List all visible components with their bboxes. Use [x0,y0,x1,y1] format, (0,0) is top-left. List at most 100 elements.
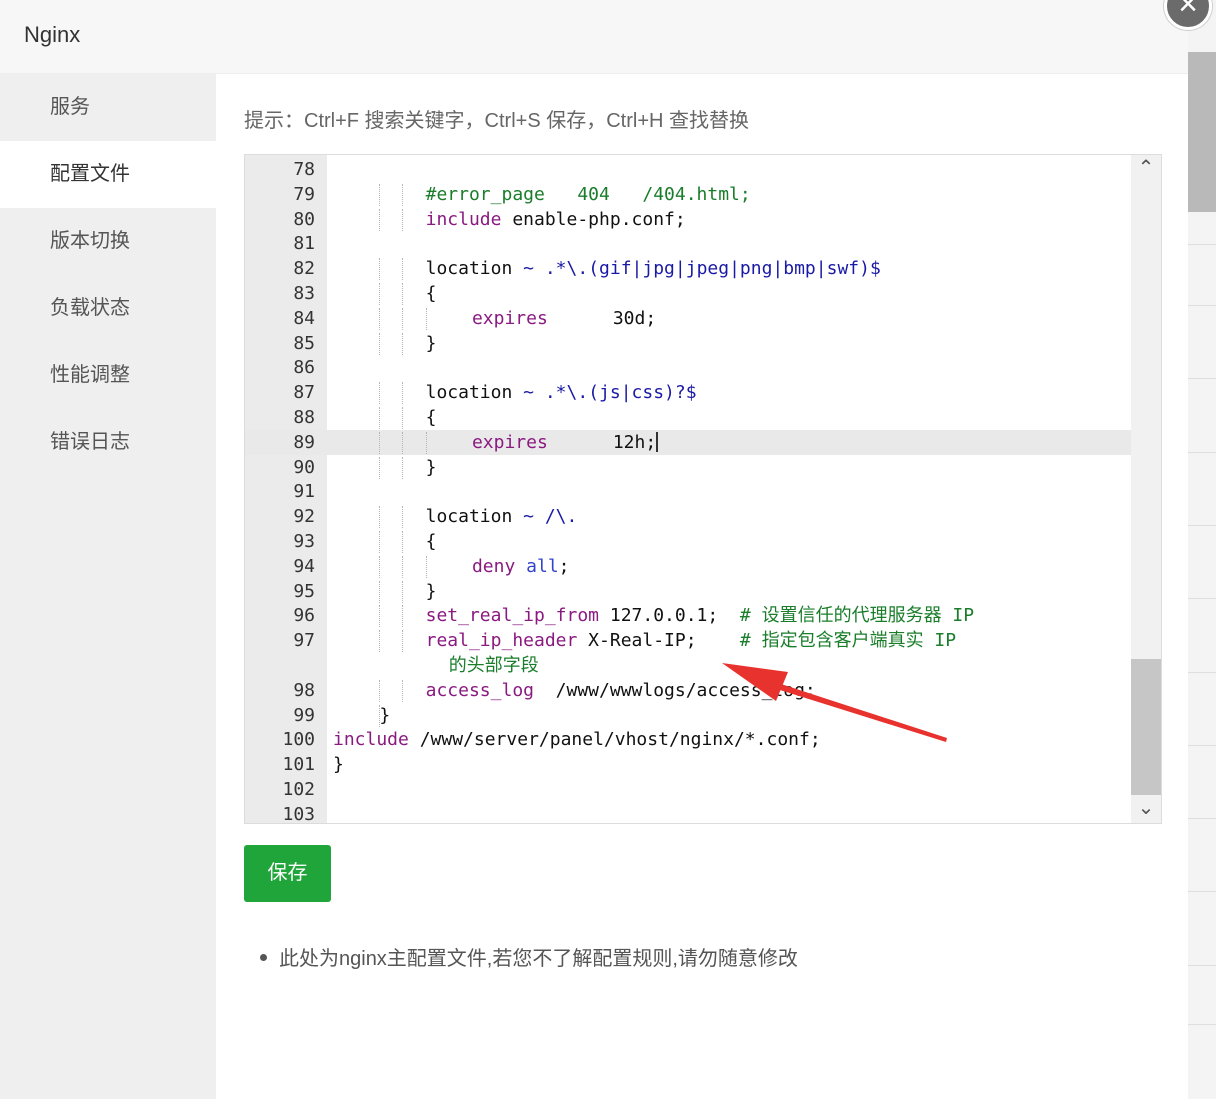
indent-guide [379,456,381,479]
indent-guide [402,283,404,305]
indent-guide [379,431,381,454]
keyword-token: expires [471,307,548,329]
code-text: access_log /www/wwwlogs/access_log; [425,679,816,701]
sidebar-item-version-switch[interactable]: 版本切换 [0,208,216,275]
indent-guide [402,307,404,330]
code-line-wrap[interactable]: 的头部字段 [245,653,1131,678]
code-text: { [425,407,437,428]
keyword-token: expires [471,431,548,453]
code-line[interactable]: 93 { [245,529,1131,554]
scroll-up-icon[interactable]: ⌃ [1131,155,1161,181]
background-divider [1188,1024,1216,1025]
scrollbar-thumb[interactable] [1131,659,1161,795]
code-line[interactable]: 99} [245,703,1131,728]
code-text: expires 12h; [471,431,659,453]
code-line[interactable]: 85} [245,331,1131,356]
background-divider [1188,378,1216,379]
line-number: 100 [282,729,315,751]
code-line[interactable]: 103 [245,802,1131,823]
indent-guide [402,630,404,653]
editor-scrollbar[interactable]: ⌃ ⌄ [1131,155,1161,823]
code-text: } [425,580,437,602]
comment-token: # 设置信任的代理服务器 IP [739,605,975,627]
comment-token: #error_page 404 /404.html; [425,183,751,205]
comment-token: # 指定包含客户端真实 IP [739,630,957,652]
line-number: 99 [293,704,315,726]
modal-title: Nginx [24,22,81,47]
line-number: 93 [293,531,315,552]
sidebar-item-error-log[interactable]: 错误日志 [0,409,216,476]
code-text: include enable-php.conf; [425,208,686,230]
code-line[interactable]: 91 [245,479,1131,504]
code-line[interactable]: 92 location ~ /\. [245,504,1131,529]
config-warning-note: 此处为nginx主配置文件,若您不了解配置规则,请勿随意修改 [260,942,798,971]
line-number: 79 [293,183,315,205]
background-divider [1188,818,1216,819]
indent-guide [402,531,404,553]
code-line[interactable]: 90} [245,455,1131,480]
code-line[interactable]: 80 include enable-php.conf; [245,207,1131,232]
indent-guide [402,605,404,628]
code-text: location ~ .*\.(js|css)?$ [425,382,697,404]
code-line[interactable]: 102 [245,777,1131,802]
line-number: 81 [293,233,315,255]
code-line[interactable]: 94 deny all; [245,554,1131,579]
keyword-token: include [425,208,502,230]
code-area[interactable]: 78 79 #error_page 404 /404.html; 80 include … [245,155,1131,823]
code-line[interactable]: 89 expires 12h; [245,429,1131,455]
line-number: 98 [293,679,315,701]
keyword-token: access_log [425,679,534,701]
line-number: 82 [293,258,315,280]
note-text: 此处为nginx主配置文件,若您不了解配置规则,请勿随意修改 [279,948,798,970]
sidebar-item-load-status[interactable]: 负载状态 [0,275,216,342]
code-line[interactable]: 79 #error_page 404 /404.html; [245,182,1131,207]
code-line[interactable]: 87 location ~ .*\.(js|css)?$ [245,380,1131,405]
code-line[interactable]: 97 real_ip_header X-Real-IP; # 指定包含客户端真实 … [245,628,1131,653]
code-line[interactable]: 83 { [245,281,1131,306]
code-line[interactable]: 86 [245,355,1131,380]
code-text: { [425,531,437,552]
indent-guide [402,456,404,479]
code-line[interactable]: 100 include /www/server/panel/vhost/nginx… [245,727,1131,752]
background-page [1188,0,1216,1099]
sidebar-item-performance[interactable]: 性能调整 [0,342,216,409]
background-divider [1188,305,1216,306]
code-line[interactable]: 96 set_real_ip_from 127.0.0.1; # 设置信任的代理服… [245,603,1131,628]
indent-guide [379,332,381,355]
code-line[interactable]: 88 { [245,405,1131,430]
code-text: { [425,283,437,304]
code-line[interactable]: 95} [245,579,1131,604]
sidebar-item-service[interactable]: 服务 [0,74,216,141]
background-band [1188,52,1216,212]
indent-guide [379,258,381,281]
indent-guide [379,382,381,405]
indent-guide [379,183,381,206]
code-line[interactable]: 98 access_log /www/wwwlogs/access_log; [245,678,1131,703]
code-editor[interactable]: 78 79 #error_page 404 /404.html; 80 include … [244,154,1162,824]
keyword-token: real_ip_header [425,630,578,652]
save-button[interactable]: 保存 [244,845,331,902]
scroll-down-icon[interactable]: ⌄ [1131,795,1161,821]
regex-token: ~ .*\.(gif|jpg|jpeg|png|bmp|swf)$ [523,258,881,280]
code-line[interactable]: 78 [245,157,1131,182]
indent-guide [379,555,381,578]
sidebar-item-config-file[interactable]: 配置文件 [0,141,216,208]
bullet-icon [260,954,267,961]
indent-guide [402,382,404,405]
code-text: location ~ /\. [425,506,578,528]
regex-token: ~ /\. [523,506,578,528]
line-number: 94 [293,555,315,577]
background-divider [1188,672,1216,673]
indent-guide [379,307,381,330]
code-line[interactable]: 84 expires 30d; [245,306,1131,331]
background-divider [1188,244,1216,245]
code-line[interactable]: 81 [245,231,1131,256]
code-line[interactable]: 82 location ~ .*\.(gif|jpg|jpeg|png|bmp|s… [245,256,1131,281]
line-number: 91 [293,481,315,503]
line-number: 85 [293,332,315,354]
code-line[interactable]: 101} [245,752,1131,777]
indent-guide [379,506,381,529]
shortcut-hint: 提示：Ctrl+F 搜索关键字，Ctrl+S 保存，Ctrl+H 查找替换 [244,110,750,132]
indent-guide [379,531,381,553]
line-number: 86 [293,357,315,379]
